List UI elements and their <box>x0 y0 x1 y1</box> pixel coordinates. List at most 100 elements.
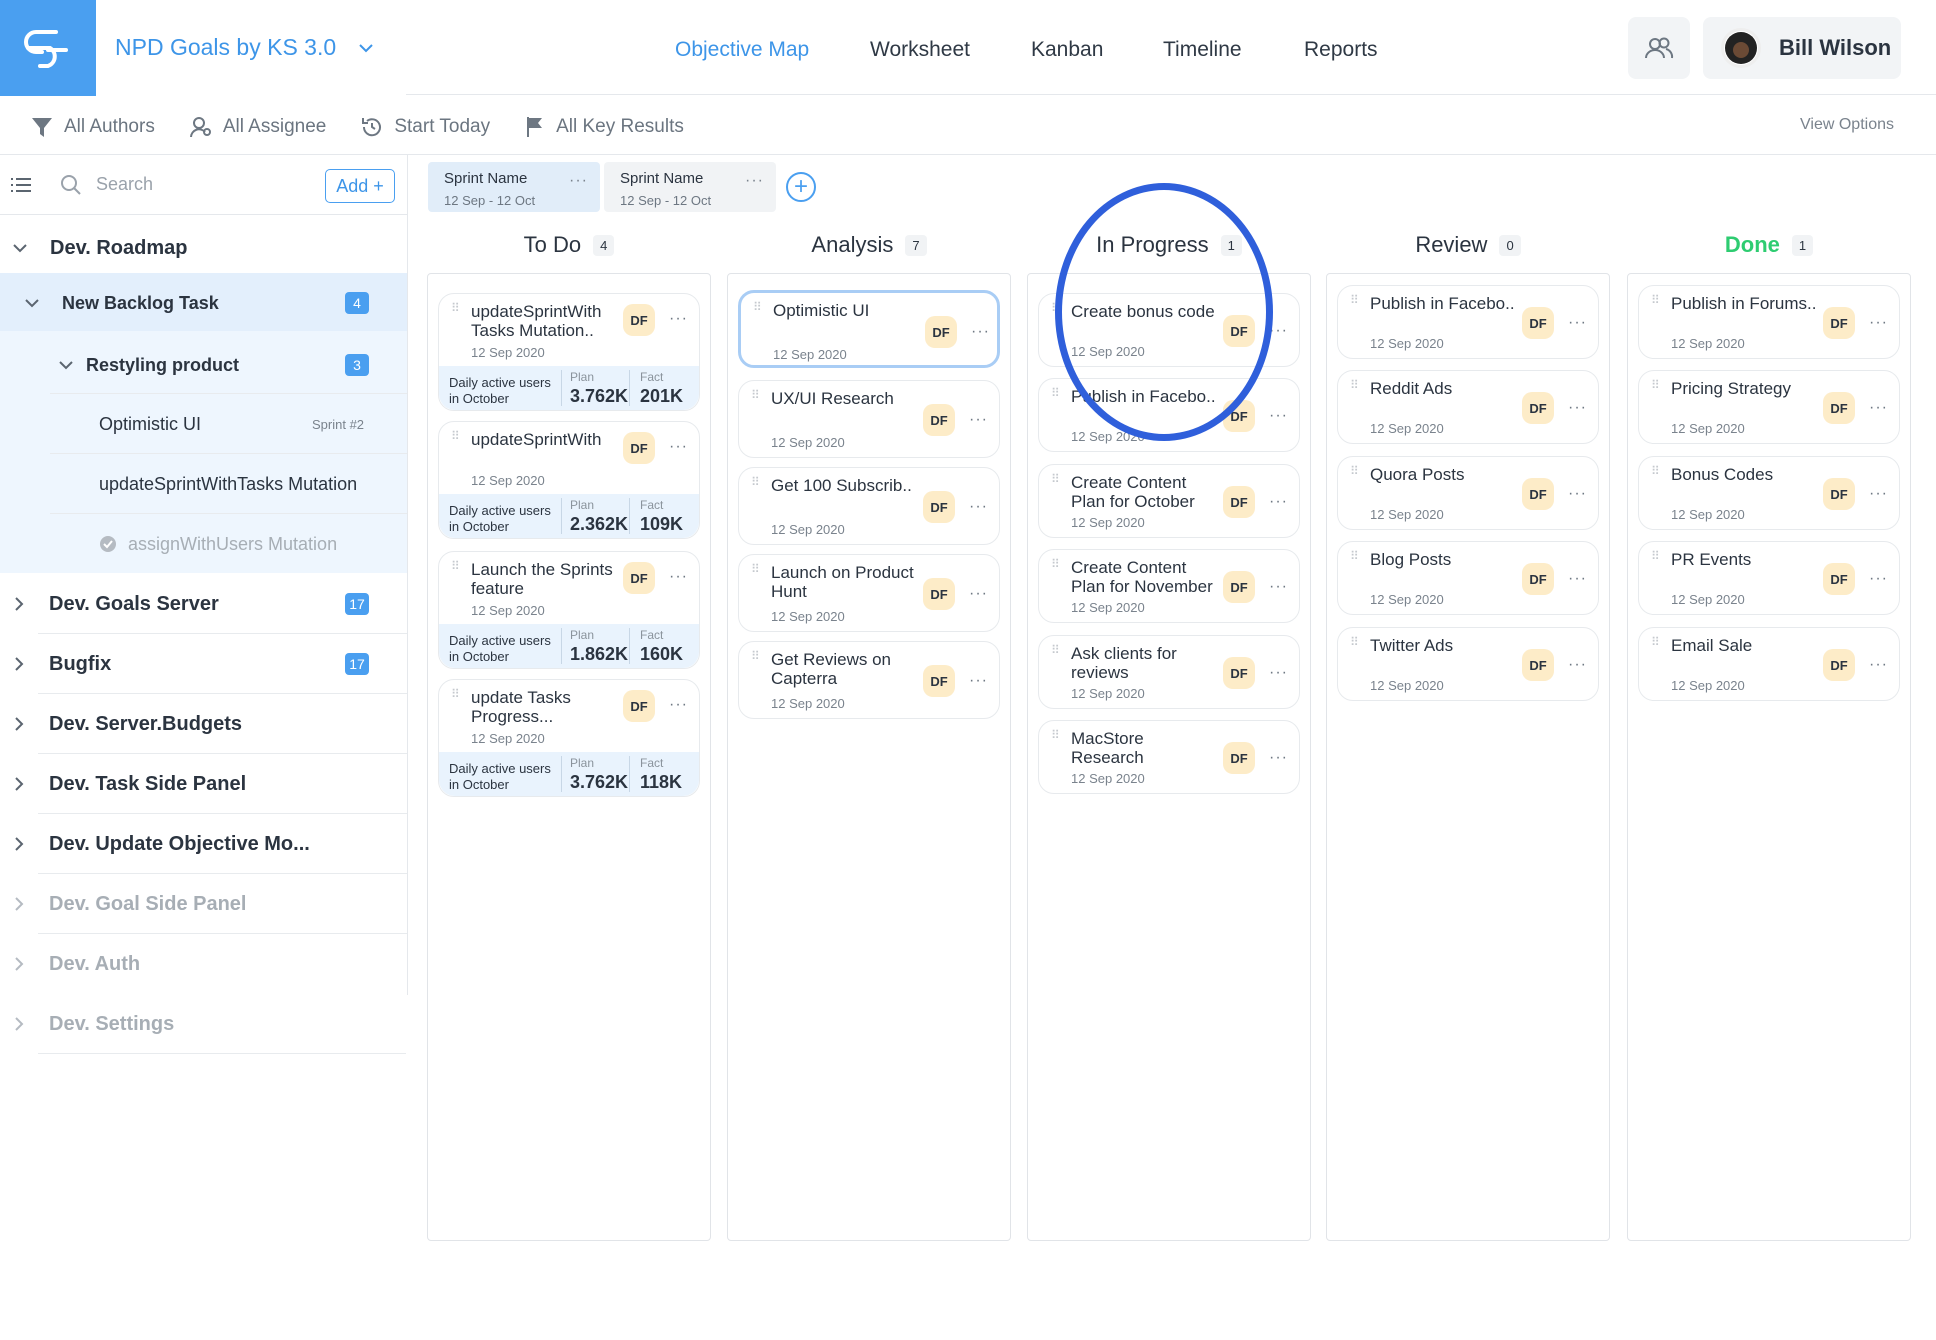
more-icon[interactable]: ··· <box>1269 749 1288 767</box>
drag-handle-icon[interactable]: ⠿ <box>1051 729 1061 749</box>
tree-item-update-sprint[interactable]: updateSprintWithTasks Mutation <box>0 455 407 513</box>
drag-handle-icon[interactable]: ⠿ <box>1350 379 1360 399</box>
filter-assignee[interactable]: All Assignee <box>189 115 326 139</box>
nav-reports[interactable]: Reports <box>1304 38 1378 62</box>
task-card[interactable]: ⠿ UX/UI Research 12 Sep 2020 DF ··· <box>738 380 1000 458</box>
more-icon[interactable]: ··· <box>969 498 988 516</box>
task-card[interactable]: ⠿ Publish in Facebo.. 12 Sep 2020 DF ··· <box>1337 285 1599 359</box>
more-icon[interactable]: ··· <box>1568 656 1587 674</box>
task-card[interactable]: ⠿ Blog Posts 12 Sep 2020 DF ··· <box>1337 541 1599 615</box>
more-icon[interactable]: ··· <box>1269 493 1288 511</box>
assignee-avatar[interactable]: DF <box>923 578 955 610</box>
more-icon[interactable]: ··· <box>1568 314 1587 332</box>
assignee-avatar[interactable]: DF <box>1522 392 1554 424</box>
sprint-tab-1[interactable]: Sprint Name 12 Sep - 12 Oct ··· <box>428 162 600 212</box>
task-card[interactable]: ⠿ updateSprintWith 12 Sep 2020 DF ··· Daily a… <box>438 421 700 539</box>
assignee-avatar[interactable]: DF <box>1223 742 1255 774</box>
drag-handle-icon[interactable]: ⠿ <box>751 650 761 670</box>
add-sprint-button[interactable]: + <box>786 172 816 202</box>
tree-item-assign-users[interactable]: assignWithUsers Mutation <box>0 515 407 573</box>
more-icon[interactable]: ··· <box>1269 407 1288 425</box>
assignee-avatar[interactable]: DF <box>1823 649 1855 681</box>
more-icon[interactable]: ··· <box>1568 485 1587 503</box>
drag-handle-icon[interactable]: ⠿ <box>1651 465 1661 485</box>
assignee-avatar[interactable]: DF <box>923 665 955 697</box>
drag-handle-icon[interactable]: ⠿ <box>751 389 761 409</box>
view-options-link[interactable]: View Options <box>1800 116 1894 134</box>
drag-handle-icon[interactable]: ⠿ <box>1051 387 1061 407</box>
drag-handle-icon[interactable]: ⠿ <box>1651 550 1661 570</box>
assignee-avatar[interactable]: DF <box>925 316 957 348</box>
assignee-avatar[interactable]: DF <box>1823 563 1855 595</box>
more-icon[interactable]: ··· <box>1269 664 1288 682</box>
assignee-avatar[interactable]: DF <box>1522 563 1554 595</box>
assignee-avatar[interactable]: DF <box>923 404 955 436</box>
assignee-avatar[interactable]: DF <box>1522 307 1554 339</box>
more-icon[interactable]: ··· <box>969 585 988 603</box>
task-card[interactable]: ⠿ Get 100 Subscrib.. 12 Sep 2020 DF ··· <box>738 467 1000 545</box>
assignee-avatar[interactable]: DF <box>1823 307 1855 339</box>
more-icon[interactable]: ··· <box>1869 314 1888 332</box>
drag-handle-icon[interactable]: ⠿ <box>451 688 461 708</box>
filter-start[interactable]: Start Today <box>360 115 490 139</box>
task-card[interactable]: ⠿ Optimistic UI 12 Sep 2020 DF ··· <box>738 290 1000 368</box>
more-icon[interactable]: ··· <box>1869 570 1888 588</box>
more-icon[interactable]: ··· <box>669 310 688 328</box>
tree-item-dev-roadmap[interactable]: Dev. Roadmap <box>0 223 407 273</box>
task-card[interactable]: ⠿ Launch on Product Hunt 12 Sep 2020 DF ··· <box>738 554 1000 632</box>
task-card[interactable]: ⠿ Get Reviews on Capterra 12 Sep 2020 DF ··· <box>738 641 1000 719</box>
more-icon[interactable]: ··· <box>1869 485 1888 503</box>
drag-handle-icon[interactable]: ⠿ <box>1051 558 1061 578</box>
task-card[interactable]: ⠿ Pricing Strategy 12 Sep 2020 DF ··· <box>1638 370 1900 444</box>
tree-item-server-budgets[interactable]: Dev. Server.Budgets <box>0 695 407 753</box>
task-card[interactable]: ⠿ Create Content Plan for October 12 Sep 2… <box>1038 464 1300 538</box>
more-icon[interactable]: ··· <box>669 696 688 714</box>
more-icon[interactable]: ··· <box>969 672 988 690</box>
task-card[interactable]: ⠿ Quora Posts 12 Sep 2020 DF ··· <box>1337 456 1599 530</box>
nav-worksheet[interactable]: Worksheet <box>870 38 970 62</box>
add-button[interactable]: Add + <box>325 169 395 203</box>
drag-handle-icon[interactable]: ⠿ <box>1051 644 1061 664</box>
tree-item-bugfix[interactable]: Bugfix 17 <box>0 635 407 693</box>
task-card[interactable]: ⠿ Twitter Ads 12 Sep 2020 DF ··· <box>1337 627 1599 701</box>
assignee-avatar[interactable]: DF <box>1522 649 1554 681</box>
task-card[interactable]: ⠿ updateSprintWith Tasks Mutation.. 12 Sep… <box>438 293 700 411</box>
more-icon[interactable]: ··· <box>1269 578 1288 596</box>
drag-handle-icon[interactable]: ⠿ <box>1350 636 1360 656</box>
task-card[interactable]: ⠿ Bonus Codes 12 Sep 2020 DF ··· <box>1638 456 1900 530</box>
drag-handle-icon[interactable]: ⠿ <box>1350 550 1360 570</box>
drag-handle-icon[interactable]: ⠿ <box>1651 379 1661 399</box>
task-card[interactable]: ⠿ Reddit Ads 12 Sep 2020 DF ··· <box>1337 370 1599 444</box>
task-card[interactable]: ⠿ Create Content Plan for November 12 Sep … <box>1038 549 1300 623</box>
task-card[interactable]: ⠿ Launch the Sprints feature 12 Sep 2020 DF… <box>438 551 700 669</box>
drag-handle-icon[interactable]: ⠿ <box>1350 465 1360 485</box>
drag-handle-icon[interactable]: ⠿ <box>751 563 761 583</box>
assignee-avatar[interactable]: DF <box>1522 478 1554 510</box>
assignee-avatar[interactable]: DF <box>623 304 655 336</box>
assignee-avatar[interactable]: DF <box>1823 392 1855 424</box>
tree-item-optimistic-ui[interactable]: Optimistic UI Sprint #2 <box>0 395 407 453</box>
more-icon[interactable]: ··· <box>1869 399 1888 417</box>
more-icon[interactable]: ··· <box>569 172 588 190</box>
task-card[interactable]: ⠿ update Tasks Progress... 12 Sep 2020 DF ··… <box>438 679 700 797</box>
sprint-tab-2[interactable]: Sprint Name 12 Sep - 12 Oct ··· <box>604 162 776 212</box>
nav-timeline[interactable]: Timeline <box>1163 38 1242 62</box>
task-card[interactable]: ⠿ Email Sale 12 Sep 2020 DF ··· <box>1638 627 1900 701</box>
drag-handle-icon[interactable]: ⠿ <box>451 430 461 450</box>
tree-item-dev-auth[interactable]: Dev. Auth <box>0 935 407 993</box>
assignee-avatar[interactable]: DF <box>623 432 655 464</box>
assignee-avatar[interactable]: DF <box>1223 486 1255 518</box>
tree-item-dev-settings[interactable]: Dev. Settings <box>0 995 407 1053</box>
assignee-avatar[interactable]: DF <box>1223 571 1255 603</box>
tree-item-goal-side-panel[interactable]: Dev. Goal Side Panel <box>0 875 407 933</box>
tree-item-task-side-panel[interactable]: Dev. Task Side Panel <box>0 755 407 813</box>
nav-kanban[interactable]: Kanban <box>1031 38 1103 62</box>
more-icon[interactable]: ··· <box>669 568 688 586</box>
filter-key-results[interactable]: All Key Results <box>524 115 684 139</box>
more-icon[interactable]: ··· <box>1568 570 1587 588</box>
drag-handle-icon[interactable]: ⠿ <box>1651 294 1661 314</box>
more-icon[interactable]: ··· <box>1869 656 1888 674</box>
more-icon[interactable]: ··· <box>971 323 990 341</box>
drag-handle-icon[interactable]: ⠿ <box>1350 294 1360 314</box>
more-icon[interactable]: ··· <box>969 411 988 429</box>
